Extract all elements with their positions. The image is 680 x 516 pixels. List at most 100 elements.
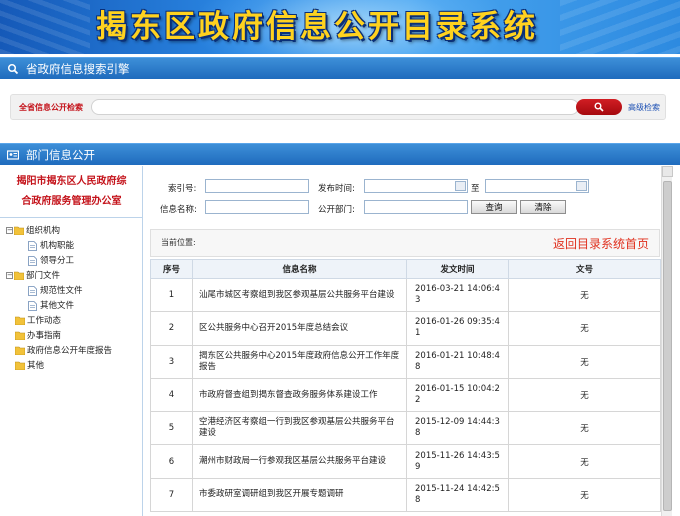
tree-node-org[interactable]: − 组织机构 — [6, 224, 112, 239]
row-title-link[interactable]: 空港经济区考察组一行到我区参观基层公共服务平台建设 — [199, 417, 395, 438]
dept-input[interactable] — [364, 200, 468, 214]
row-docno: 无 — [508, 311, 661, 346]
id-card-icon — [7, 150, 19, 160]
row-date: 2016-01-15 10:04:22 — [406, 377, 509, 413]
tree-node-docs[interactable]: − 部门文件 — [6, 269, 112, 284]
search-button[interactable] — [576, 99, 622, 115]
folder-icon — [15, 346, 25, 355]
document-icon — [28, 255, 37, 266]
table-row: 7 市委政研室调研组到我区开展专题调研 2015-11-24 14:42:58 … — [150, 477, 661, 513]
row-index: 3 — [150, 344, 193, 379]
row-title-link[interactable]: 汕尾市城区考察组到我区参观基层公共服务平台建设 — [199, 290, 395, 300]
magnifier-icon — [594, 102, 604, 112]
department-name: 揭阳市揭东区人民政府综 合政府服务管理办公室 — [0, 166, 143, 218]
row-title-link[interactable]: 潮州市财政局一行参观我区基层公共服务平台建设 — [199, 456, 386, 466]
header-date: 发文时间 — [406, 259, 509, 279]
collapse-toggle-icon[interactable]: − — [6, 227, 13, 234]
tree-node-other-3[interactable]: 其他 — [6, 359, 112, 374]
tree-node-other-1[interactable]: 办事指南 — [6, 329, 112, 344]
index-input[interactable] — [205, 179, 309, 193]
table-row: 5 空港经济区考察组一行到我区参观基层公共服务平台建设 2015-12-09 1… — [150, 411, 661, 446]
vertical-scrollbar[interactable] — [661, 166, 673, 516]
header-docno: 文号 — [508, 259, 661, 279]
scroll-up-arrow-icon[interactable] — [662, 166, 673, 177]
filter-form: 索引号: 发布时间: 至 信息名称: 公开部门: 查询 清除 — [148, 166, 660, 224]
department-name-line2: 合政府服务管理办公室 — [21, 196, 122, 207]
calendar-icon[interactable] — [576, 181, 587, 191]
folder-icon — [15, 331, 25, 340]
tree-label: 部门文件 — [26, 271, 61, 281]
date-to-label: 至 — [471, 184, 480, 194]
row-index: 5 — [150, 411, 193, 446]
date-from-input[interactable] — [364, 179, 468, 193]
folder-icon — [14, 271, 24, 280]
row-docno: 无 — [508, 477, 661, 513]
tree-label: 其他文件 — [40, 301, 75, 311]
row-title-link[interactable]: 揭东区公共服务中心2015年度政府信息公开工作年度报告 — [199, 351, 399, 372]
search-zone: 全省信息公开检索 高级检索 — [0, 80, 680, 140]
table-row: 3 揭东区公共服务中心2015年度政府信息公开工作年度报告 2016-01-21… — [150, 344, 661, 379]
row-title-link[interactable]: 区公共服务中心召开2015年度总结会议 — [199, 323, 348, 333]
row-docno: 无 — [508, 377, 661, 413]
left-panel: 揭阳市揭东区人民政府综 合政府服务管理办公室 − 组织机构 机构职能 领导分工 −… — [0, 166, 143, 516]
tree-label: 机构职能 — [40, 241, 75, 251]
document-icon — [28, 240, 37, 251]
dept-label: 公开部门: — [318, 205, 355, 215]
tree-node-other-2[interactable]: 政府信息公开年度报告 — [6, 344, 112, 359]
banner-decoration-right — [560, 0, 680, 54]
tree-node-docs-child-0[interactable]: 规范性文件 — [6, 284, 112, 299]
header-name: 信息名称 — [192, 259, 407, 279]
table-row: 6 潮州市财政局一行参观我区基层公共服务平台建设 2015-11-26 14:4… — [150, 444, 661, 479]
banner: 揭东区政府信息公开目录系统 — [0, 0, 680, 54]
search-label: 全省信息公开检索 — [19, 103, 83, 112]
info-table: 序号 信息名称 发文时间 文号 1 汕尾市城区考察组到我区参观基层公共服务平台建… — [150, 259, 661, 513]
document-icon — [28, 285, 37, 296]
table-header-row: 序号 信息名称 发文时间 文号 — [150, 259, 661, 279]
tree-node-docs-child-1[interactable]: 其他文件 — [6, 299, 112, 314]
location-label: 当前位置: — [161, 238, 196, 247]
row-title-link[interactable]: 市委政研室调研组到我区开展专题调研 — [199, 489, 344, 499]
search-section-header: 省政府信息搜索引擎 — [0, 57, 680, 79]
banner-decoration-left — [0, 0, 90, 54]
table-row: 1 汕尾市城区考察组到我区参观基层公共服务平台建设 2016-03-21 14:… — [150, 277, 661, 313]
clear-button[interactable]: 清除 — [520, 200, 566, 214]
right-panel: 索引号: 发布时间: 至 信息名称: 公开部门: 查询 清除 当前位置: 返回目… — [148, 166, 661, 516]
row-index: 4 — [150, 377, 193, 413]
tree-node-other-0[interactable]: 工作动态 — [6, 314, 112, 329]
search-bar: 全省信息公开检索 高级检索 — [10, 94, 666, 120]
dept-section-title: 部门信息公开 — [26, 148, 95, 162]
folder-icon — [15, 361, 25, 370]
tree-label: 规范性文件 — [40, 286, 83, 296]
calendar-icon[interactable] — [455, 181, 466, 191]
index-label: 索引号: — [168, 184, 197, 194]
location-bar: 当前位置: 返回目录系统首页 — [150, 229, 660, 257]
tree-node-org-child-0[interactable]: 机构职能 — [6, 239, 112, 254]
row-title-link[interactable]: 市政府督查组到揭东督查政务服务体系建设工作 — [199, 390, 378, 400]
folder-icon — [14, 226, 24, 235]
tree-label: 领导分工 — [40, 256, 75, 266]
query-button[interactable]: 查询 — [471, 200, 517, 214]
tree-label: 办事指南 — [27, 331, 62, 341]
date-to-input[interactable] — [485, 179, 589, 193]
tree-label: 工作动态 — [27, 316, 62, 326]
advanced-search-link[interactable]: 高级检索 — [628, 102, 660, 113]
folder-icon — [15, 316, 25, 325]
name-input[interactable] — [205, 200, 309, 214]
row-date: 2015-12-09 14:44:38 — [406, 411, 509, 446]
row-date: 2016-03-21 14:06:43 — [406, 277, 509, 313]
collapse-toggle-icon[interactable]: − — [6, 272, 13, 279]
tree-node-org-child-1[interactable]: 领导分工 — [6, 254, 112, 269]
name-label: 信息名称: — [160, 205, 197, 215]
search-icon — [7, 63, 19, 75]
row-docno: 无 — [508, 444, 661, 479]
department-name-line1: 揭阳市揭东区人民政府综 — [16, 176, 127, 187]
search-input[interactable] — [91, 99, 579, 115]
back-home-link[interactable]: 返回目录系统首页 — [553, 235, 649, 252]
tree-label: 政府信息公开年度报告 — [27, 346, 113, 356]
row-docno: 无 — [508, 344, 661, 379]
row-docno: 无 — [508, 411, 661, 446]
scrollbar-thumb[interactable] — [663, 181, 672, 511]
search-section-title: 省政府信息搜索引擎 — [26, 62, 130, 76]
row-index: 6 — [150, 444, 193, 479]
row-date: 2016-01-26 09:35:41 — [406, 311, 509, 346]
